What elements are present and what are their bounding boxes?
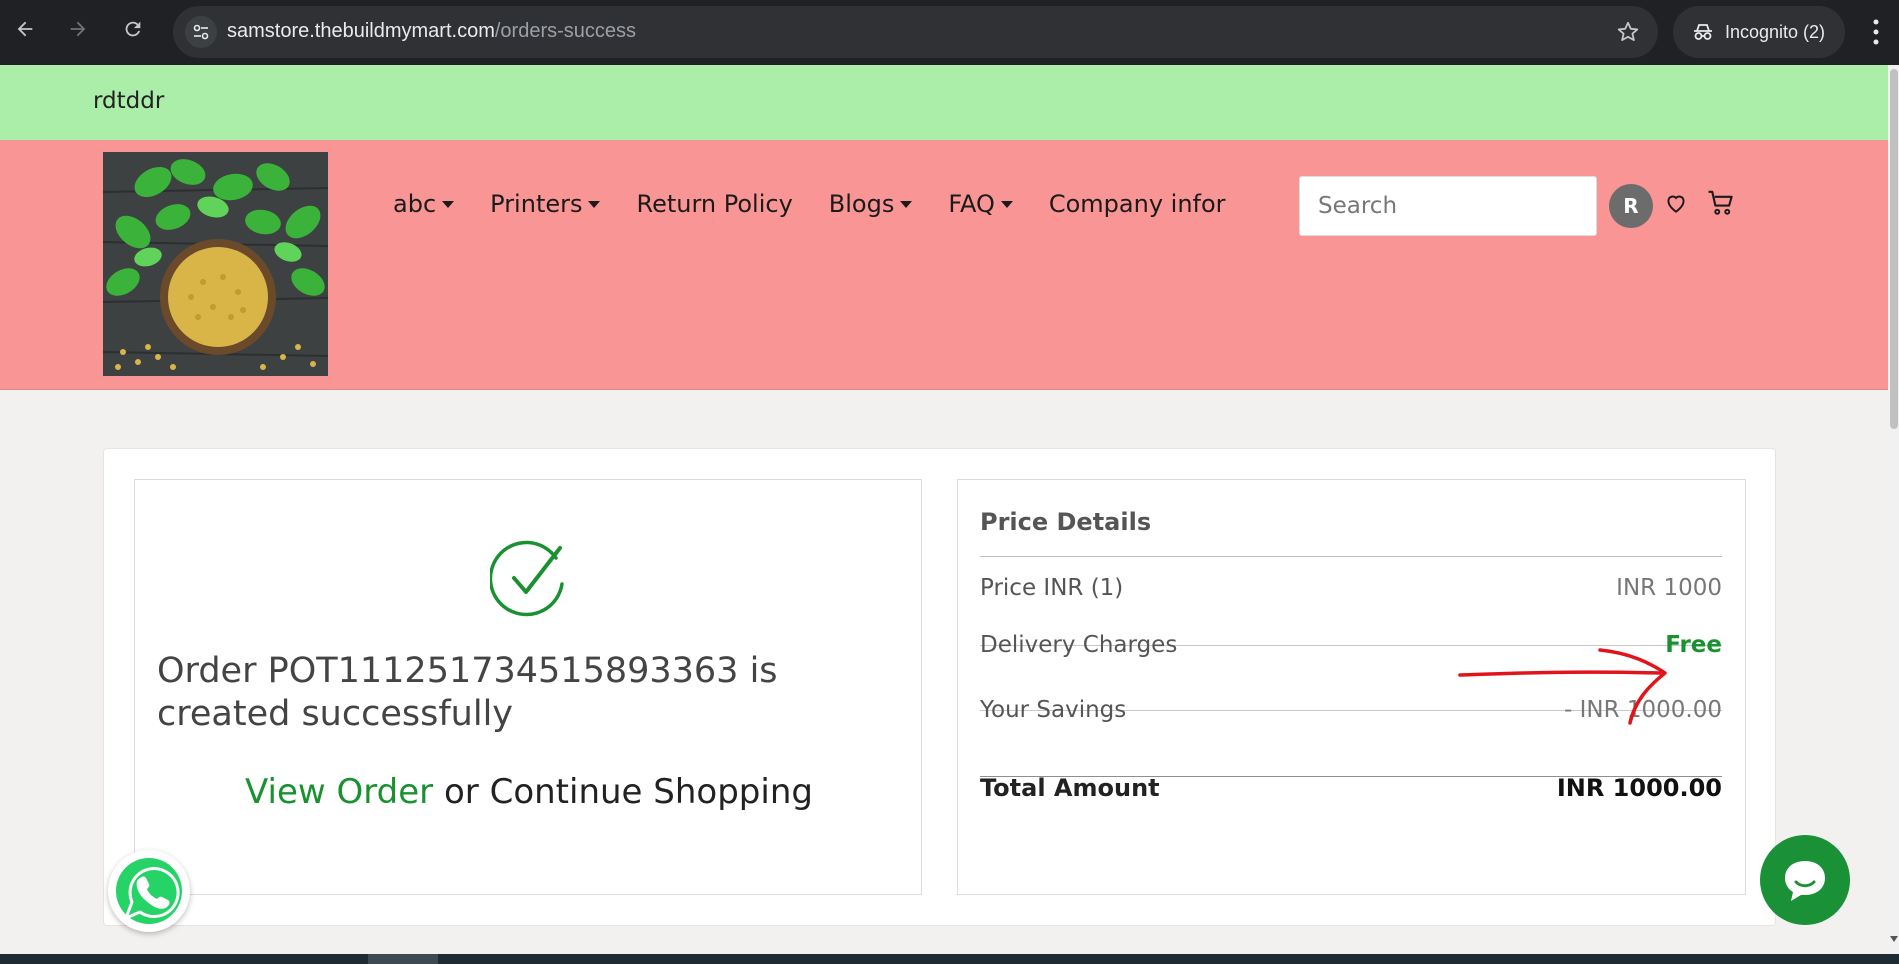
search-input[interactable] [1299, 176, 1597, 236]
order-confirmation-panel: Order POT111251734515893363 is created s… [134, 479, 922, 895]
menu-item-return-policy[interactable]: Return Policy [636, 190, 792, 218]
caret-down-icon [900, 200, 913, 208]
reload-icon [125, 21, 141, 37]
user-avatar[interactable]: R [1609, 184, 1653, 228]
delivery-charges-value: Free [1665, 632, 1722, 658]
total-label: Total Amount [980, 774, 1160, 802]
incognito-icon [1694, 24, 1712, 40]
url-path: /orders-success [494, 20, 637, 42]
store-logo[interactable] [103, 152, 328, 376]
forward-button[interactable] [63, 14, 93, 44]
menu-item-company-info[interactable]: Company infor [1049, 190, 1226, 218]
scrollbar-thumb[interactable] [1890, 69, 1898, 429]
scroll-down-icon[interactable] [1890, 936, 1898, 942]
bookmark-star-icon[interactable] [1616, 20, 1640, 48]
taskbar-strip [0, 954, 1899, 964]
url-text: samstore.thebuildmymart.com/orders-succe… [227, 20, 636, 43]
delivery-charges-row: Delivery Charges Free [980, 617, 1722, 673]
savings-row: Your Savings - INR 1000.00 [980, 682, 1722, 738]
divider [980, 556, 1722, 557]
caret-down-icon [442, 200, 455, 208]
site-header: abc Printers Return Policy Blogs FAQ Com… [0, 140, 1888, 390]
cart-icon[interactable] [1706, 188, 1736, 222]
browser-menu-icon[interactable] [1866, 14, 1886, 50]
chat-widget-button[interactable] [1760, 835, 1850, 925]
incognito-label: Incognito (2) [1725, 22, 1826, 42]
order-created-message: Order POT111251734515893363 is created s… [157, 651, 778, 734]
whatsapp-icon [116, 858, 182, 924]
menu-item-faq[interactable]: FAQ [948, 190, 1013, 218]
menu-label: FAQ [948, 190, 995, 218]
savings-label: Your Savings [980, 697, 1127, 723]
site-settings-icon[interactable] [185, 16, 217, 48]
main-menu: abc Printers Return Policy Blogs FAQ Com… [393, 190, 1262, 218]
reload-button[interactable] [118, 14, 148, 44]
menu-label: Blogs [828, 190, 895, 218]
menu-label: Printers [490, 190, 583, 218]
order-success-card: Order POT111251734515893363 is created s… [103, 448, 1776, 926]
menu-label: Company infor [1048, 190, 1226, 218]
incognito-indicator[interactable]: Incognito (2) [1673, 6, 1845, 58]
total-value: INR 1000.00 [1556, 774, 1722, 802]
browser-toolbar: samstore.thebuildmymart.com/orders-succe… [0, 0, 1899, 65]
announcement-text: rdtddr [93, 88, 165, 114]
price-label: Price INR (1) [980, 575, 1124, 601]
chat-bubble-icon [1785, 861, 1825, 901]
savings-value: - INR 1000.00 [1563, 697, 1722, 723]
back-button[interactable] [10, 14, 40, 44]
arrow-left-icon [17, 21, 33, 37]
delivery-charges-label: Delivery Charges [980, 632, 1178, 658]
order-actions: View Order or Continue Shopping [135, 772, 923, 812]
menu-label: abc [393, 190, 437, 218]
or-text: or [443, 772, 479, 812]
total-row: Total Amount INR 1000.00 [980, 760, 1722, 816]
price-details-panel: Price Details Price INR (1) INR 1000 Del… [957, 479, 1746, 895]
continue-shopping-link[interactable]: Continue Shopping [490, 772, 813, 812]
view-order-link[interactable]: View Order [245, 772, 433, 812]
announcement-bar: rdtddr [0, 65, 1888, 140]
wishlist-heart-icon[interactable] [1663, 190, 1689, 220]
whatsapp-button[interactable] [108, 850, 190, 932]
caret-down-icon [1000, 200, 1013, 208]
price-details-title: Price Details [980, 508, 1152, 536]
menu-item-abc[interactable]: abc [393, 190, 455, 218]
avatar-initial: R [1623, 194, 1639, 218]
price-value: INR 1000 [1616, 575, 1722, 601]
menu-label: Return Policy [636, 190, 793, 218]
url-host: samstore.thebuildmymart.com [227, 20, 495, 42]
menu-item-printers[interactable]: Printers [490, 190, 601, 218]
caret-down-icon [588, 200, 601, 208]
fenugreek-image [103, 152, 328, 376]
price-row: Price INR (1) INR 1000 [980, 560, 1722, 616]
arrow-right-icon [70, 21, 86, 37]
menu-item-blogs[interactable]: Blogs [829, 190, 913, 218]
success-check-icon [490, 540, 564, 617]
page-scrollbar[interactable] [1888, 65, 1899, 955]
address-bar[interactable]: samstore.thebuildmymart.com/orders-succe… [173, 6, 1658, 58]
taskbar-segment [368, 954, 438, 964]
